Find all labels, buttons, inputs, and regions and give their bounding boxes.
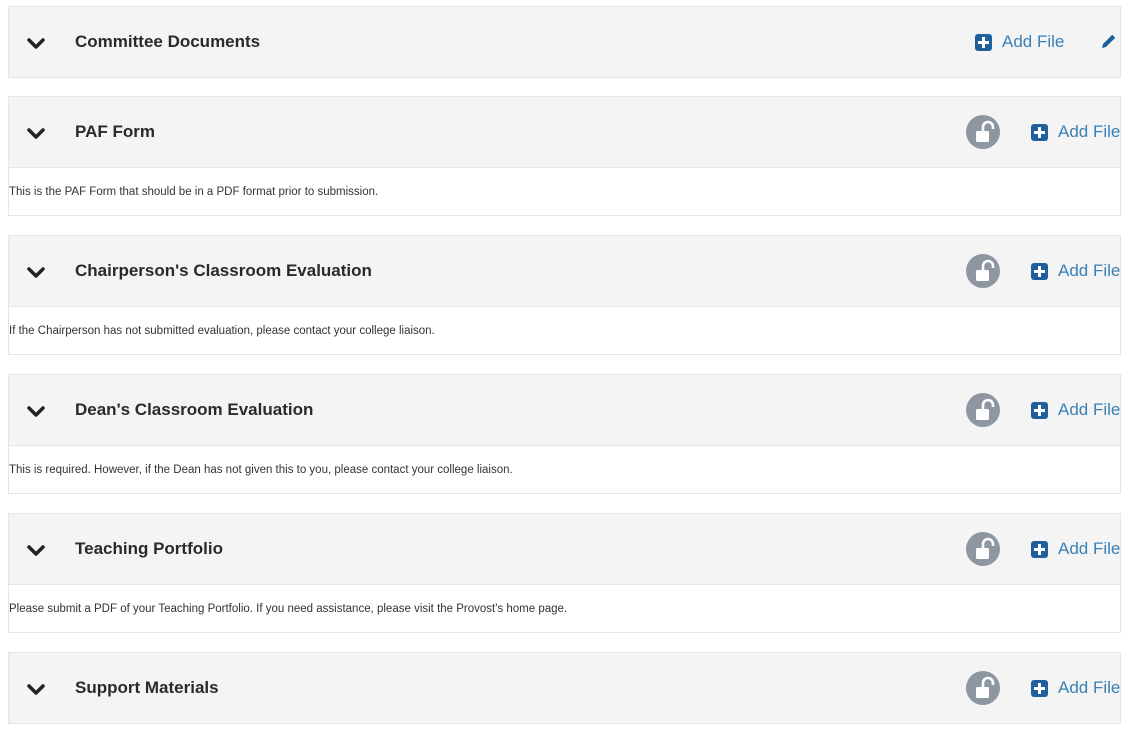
plus-square-icon bbox=[1031, 123, 1048, 141]
section-title: Dean's Classroom Evaluation bbox=[75, 400, 314, 419]
chevron-down-icon[interactable] bbox=[27, 127, 45, 141]
unlock-icon bbox=[976, 120, 995, 142]
add-file-button[interactable]: Add File bbox=[1031, 261, 1120, 281]
pencil-icon[interactable] bbox=[1099, 33, 1117, 51]
add-file-label: Add File bbox=[1058, 678, 1121, 697]
section-description: If the Chairperson has not submitted eva… bbox=[9, 324, 435, 337]
section-title: Chairperson's Classroom Evaluation bbox=[75, 261, 372, 280]
section-header[interactable]: Teaching Portfolio Add File bbox=[8, 513, 1121, 585]
section-teaching-portfolio: Teaching Portfolio Add File Please submi… bbox=[8, 513, 1121, 633]
chevron-down-icon[interactable] bbox=[27, 405, 45, 419]
add-file-label: Add File bbox=[1058, 400, 1121, 419]
add-file-button[interactable]: Add File bbox=[1031, 678, 1120, 698]
add-file-label: Add File bbox=[1058, 539, 1121, 558]
section-header[interactable]: Support Materials Add File bbox=[8, 652, 1121, 724]
plus-square-icon bbox=[1031, 262, 1048, 280]
section-body: This is the PAF Form that should be in a… bbox=[8, 168, 1121, 216]
add-file-button[interactable]: Add File bbox=[1031, 122, 1120, 142]
section-description: This is the PAF Form that should be in a… bbox=[9, 185, 379, 198]
plus-square-icon bbox=[1031, 679, 1048, 697]
add-file-label: Add File bbox=[1058, 261, 1121, 280]
section-header[interactable]: PAF Form Add File bbox=[8, 96, 1121, 168]
section-dean-evaluation: Dean's Classroom Evaluation Add File Thi… bbox=[8, 374, 1121, 494]
section-description: This is required. However, if the Dean h… bbox=[9, 463, 513, 476]
section-chairperson-evaluation: Chairperson's Classroom Evaluation Add F… bbox=[8, 235, 1121, 355]
plus-square-icon bbox=[975, 33, 992, 51]
plus-square-icon bbox=[1031, 540, 1048, 558]
unlock-icon bbox=[976, 537, 995, 559]
section-committee-documents: Committee Documents Add File bbox=[8, 6, 1121, 78]
page: Committee Documents Add File PAF Form Ad… bbox=[0, 0, 1121, 733]
add-file-button[interactable]: Add File bbox=[975, 32, 1064, 52]
unlock-button[interactable] bbox=[966, 254, 1000, 288]
chevron-down-icon[interactable] bbox=[27, 544, 45, 558]
add-file-button[interactable]: Add File bbox=[1031, 400, 1120, 420]
chevron-down-icon[interactable] bbox=[27, 683, 45, 697]
section-title: Committee Documents bbox=[75, 32, 261, 51]
section-body: Please submit a PDF of your Teaching Por… bbox=[8, 585, 1121, 633]
section-title: Support Materials bbox=[75, 678, 219, 697]
section-header[interactable]: Chairperson's Classroom Evaluation Add F… bbox=[8, 235, 1121, 307]
unlock-icon bbox=[976, 398, 995, 420]
section-title: Teaching Portfolio bbox=[75, 539, 223, 558]
section-body: This is required. However, if the Dean h… bbox=[8, 446, 1121, 494]
section-header[interactable]: Committee Documents Add File bbox=[8, 6, 1121, 78]
chevron-down-icon[interactable] bbox=[27, 37, 45, 51]
section-paf-form: PAF Form Add File This is the PAF Form t… bbox=[8, 96, 1121, 216]
section-description: Please submit a PDF of your Teaching Por… bbox=[9, 602, 568, 615]
add-file-label: Add File bbox=[1058, 122, 1121, 141]
unlock-button[interactable] bbox=[966, 115, 1000, 149]
section-title: PAF Form bbox=[75, 122, 155, 141]
unlock-icon bbox=[976, 259, 995, 281]
unlock-icon bbox=[976, 676, 995, 698]
unlock-button[interactable] bbox=[966, 532, 1000, 566]
chevron-down-icon[interactable] bbox=[27, 266, 45, 280]
section-support-materials: Support Materials Add File bbox=[8, 652, 1121, 724]
plus-square-icon bbox=[1031, 401, 1048, 419]
section-body: If the Chairperson has not submitted eva… bbox=[8, 307, 1121, 355]
add-file-button[interactable]: Add File bbox=[1031, 539, 1120, 559]
unlock-button[interactable] bbox=[966, 671, 1000, 705]
section-header[interactable]: Dean's Classroom Evaluation Add File bbox=[8, 374, 1121, 446]
add-file-label: Add File bbox=[1002, 32, 1065, 51]
unlock-button[interactable] bbox=[966, 393, 1000, 427]
